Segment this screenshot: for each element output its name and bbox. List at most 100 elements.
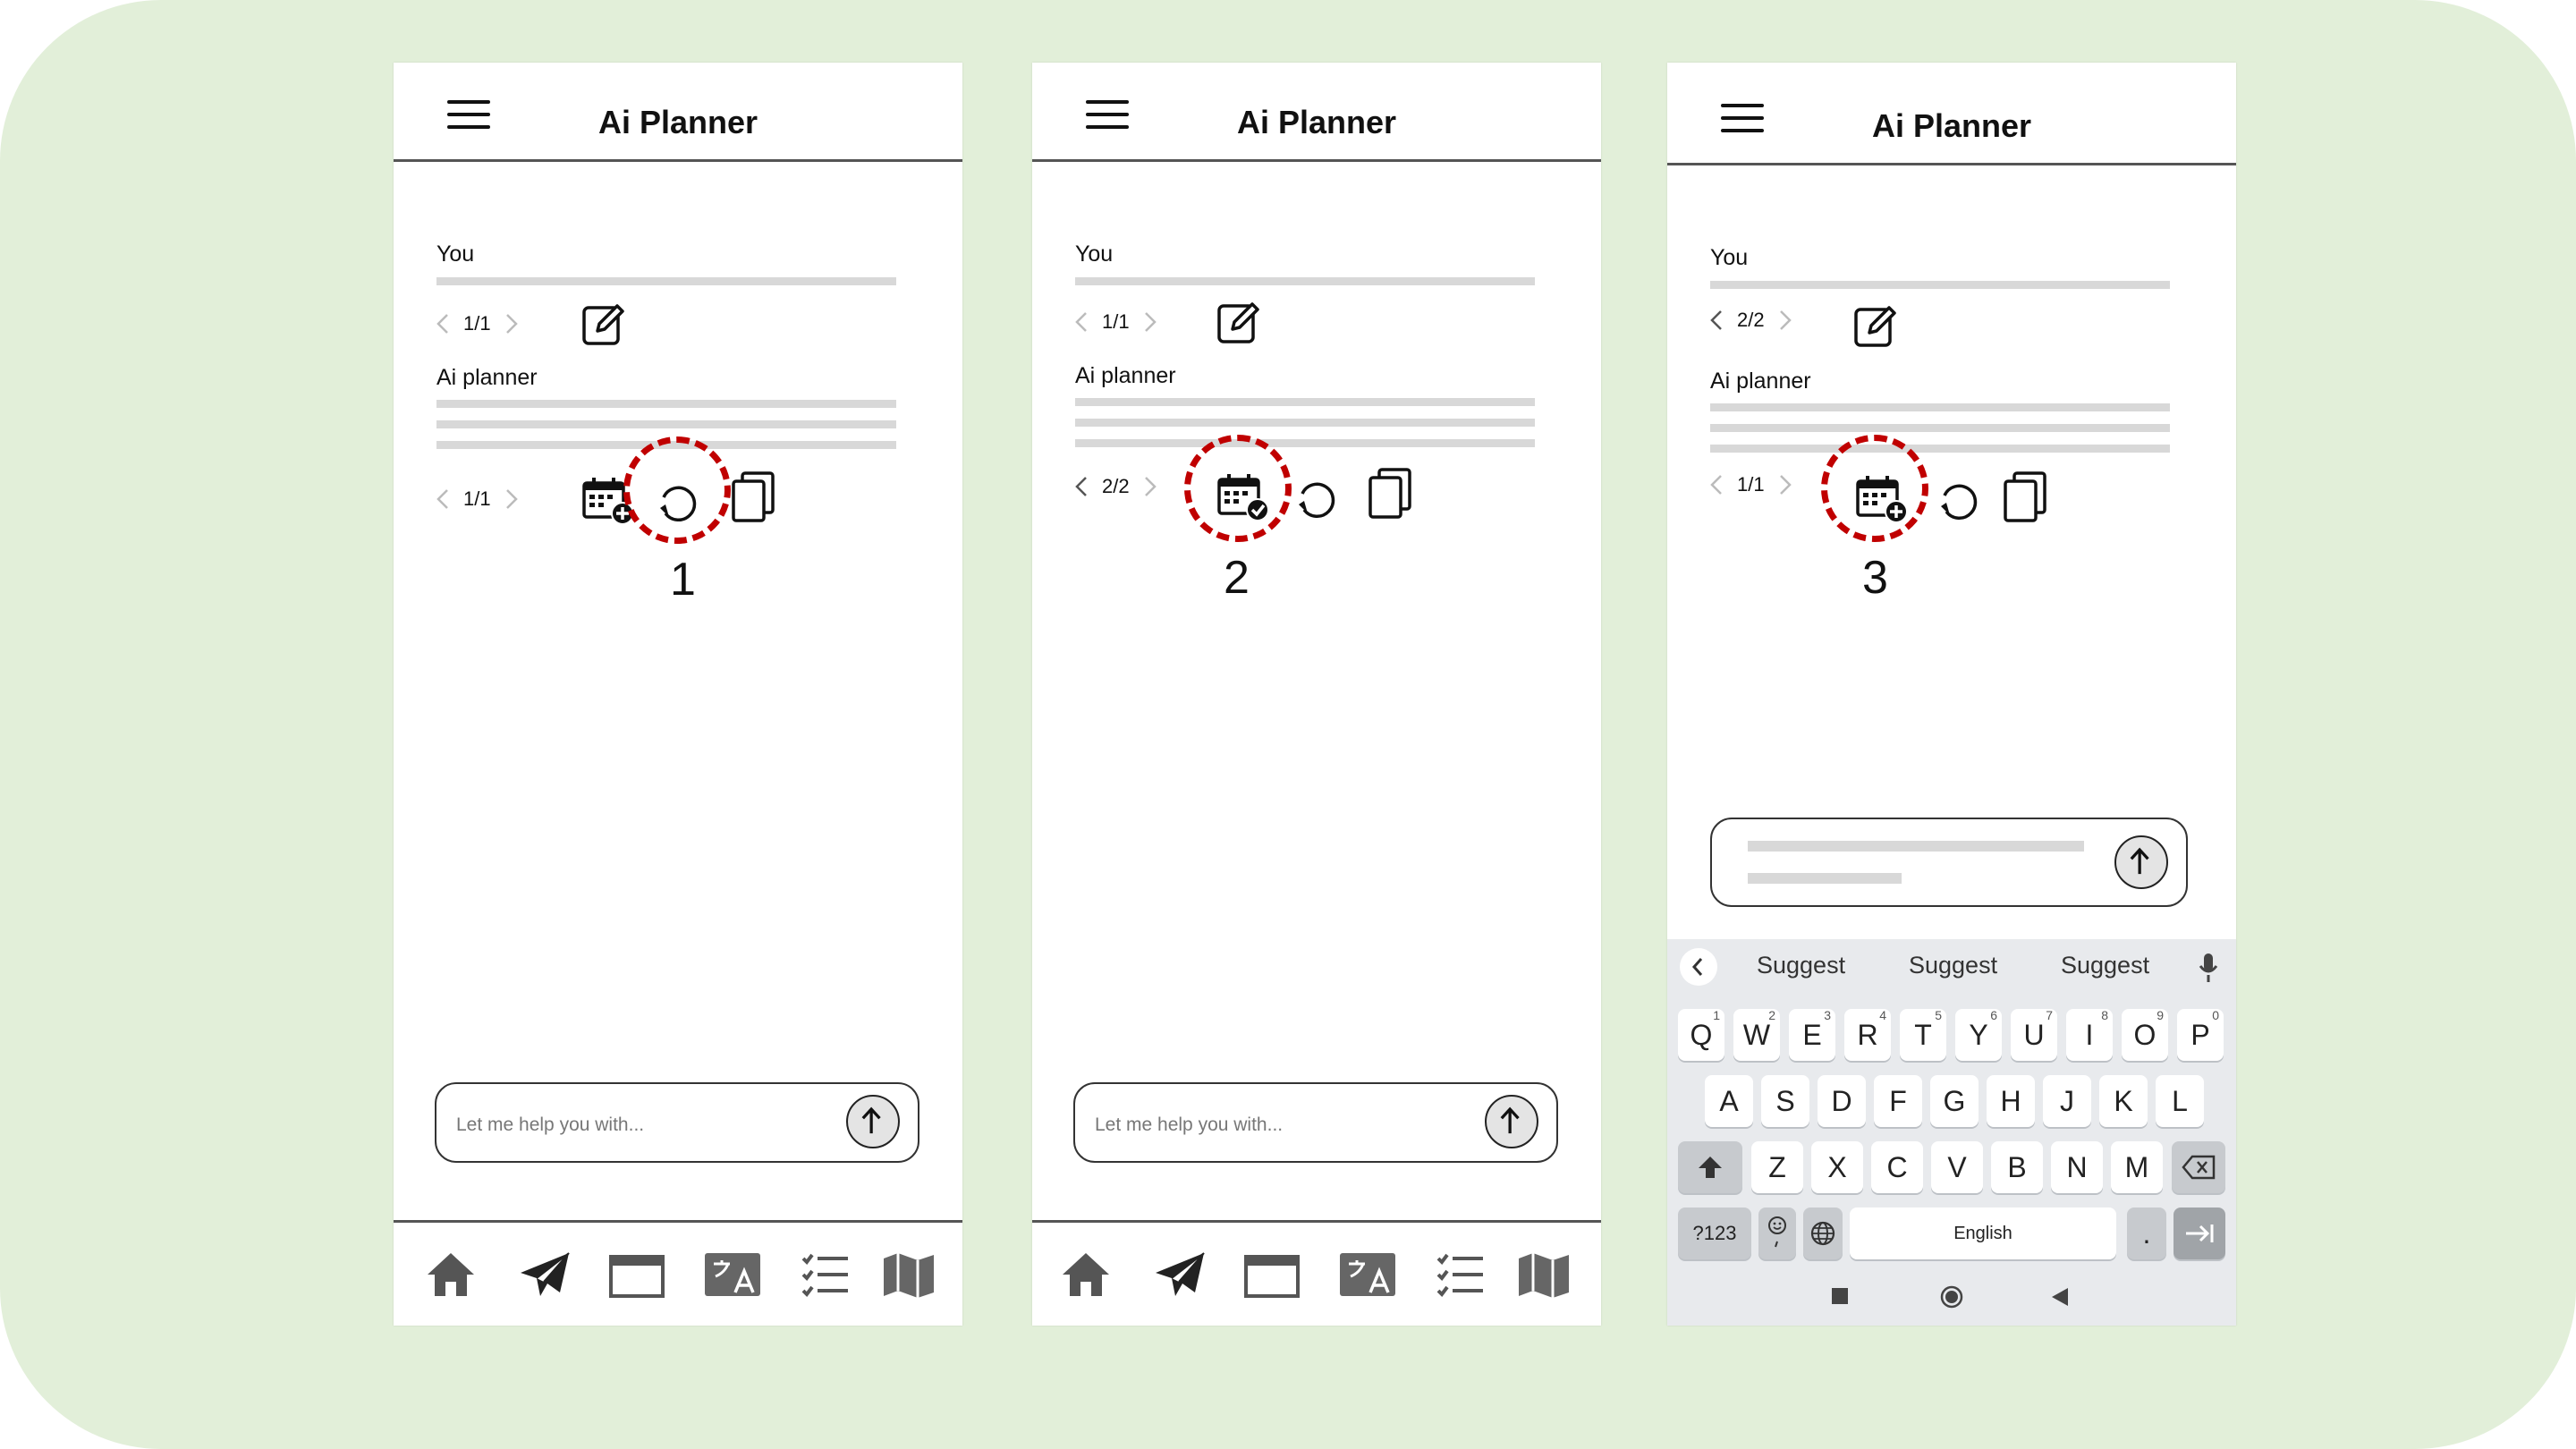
on-screen-keyboard: Suggest Suggest Suggest Q1 W2 E3 R4 T5 Y…: [1667, 939, 2236, 1326]
microphone-icon[interactable]: [2197, 952, 2220, 984]
copy-icon[interactable]: [730, 470, 778, 524]
language-key[interactable]: [1803, 1208, 1843, 1259]
key-j[interactable]: J: [2043, 1075, 2091, 1127]
key-o[interactable]: O9: [2122, 1008, 2168, 1061]
shift-key[interactable]: [1678, 1141, 1742, 1193]
calendar-icon[interactable]: [608, 1250, 667, 1300]
back-button-icon[interactable]: [2050, 1286, 2070, 1308]
key-s[interactable]: S: [1761, 1075, 1809, 1127]
space-key[interactable]: English: [1850, 1208, 2116, 1259]
map-icon[interactable]: [882, 1250, 936, 1300]
key-u[interactable]: U7: [2011, 1008, 2057, 1061]
home-icon[interactable]: [424, 1250, 478, 1300]
user-pager: 1/1: [1073, 304, 1158, 340]
chevron-right-icon[interactable]: [1777, 474, 1793, 496]
key-b[interactable]: B: [1991, 1141, 2043, 1193]
ai-message-line: [1075, 439, 1535, 447]
suggestion-2[interactable]: Suggest: [1909, 952, 1997, 979]
key-x[interactable]: X: [1811, 1141, 1863, 1193]
refresh-icon[interactable]: [1936, 478, 1980, 522]
translate-icon[interactable]: [1338, 1250, 1397, 1300]
user-pager: 2/2: [1708, 302, 1793, 338]
key-a[interactable]: A: [1705, 1075, 1753, 1127]
ai-pager: 1/1: [1708, 467, 1793, 503]
key-d[interactable]: D: [1818, 1075, 1866, 1127]
key-f[interactable]: F: [1874, 1075, 1922, 1127]
key-q[interactable]: Q1: [1678, 1008, 1724, 1061]
key-m[interactable]: M: [2111, 1141, 2163, 1193]
recent-apps-icon[interactable]: [1832, 1288, 1848, 1304]
suggestion-1[interactable]: Suggest: [1757, 952, 1845, 979]
key-h[interactable]: H: [1987, 1075, 2035, 1127]
copy-icon[interactable]: [1367, 467, 1415, 521]
home-button-icon[interactable]: [1939, 1284, 1964, 1309]
edit-icon[interactable]: [1853, 302, 1898, 349]
key-r[interactable]: R4: [1844, 1008, 1891, 1061]
phone-screen-1: Ai Planner You 1/1 Ai planner 1/1 1 Let: [394, 63, 962, 1326]
chevron-left-icon[interactable]: [1708, 474, 1724, 496]
key-v[interactable]: V: [1931, 1141, 1983, 1193]
chevron-left-icon[interactable]: [1073, 476, 1089, 497]
send-arrow-icon[interactable]: [2114, 835, 2168, 889]
chevron-left-icon: [1691, 958, 1703, 976]
key-c[interactable]: C: [1871, 1141, 1923, 1193]
key-g[interactable]: G: [1930, 1075, 1979, 1127]
globe-icon: [1810, 1221, 1835, 1246]
send-arrow-icon[interactable]: [1485, 1095, 1538, 1148]
chevron-right-icon[interactable]: [504, 313, 520, 335]
shift-arrow-icon: [1699, 1157, 1722, 1178]
refresh-icon[interactable]: [1293, 476, 1338, 521]
edit-icon[interactable]: [581, 301, 626, 347]
chevron-left-icon[interactable]: [1708, 309, 1724, 331]
key-n[interactable]: N: [2051, 1141, 2103, 1193]
send-plane-icon[interactable]: [519, 1250, 572, 1300]
ai-message-line: [1710, 424, 2170, 432]
phone-screen-2: Ai Planner You 1/1 Ai planner 2/2 2 Let: [1032, 63, 1601, 1326]
key-l[interactable]: L: [2156, 1075, 2204, 1127]
chevron-right-icon[interactable]: [1142, 476, 1158, 497]
emoji-key[interactable]: [1758, 1208, 1796, 1259]
symbols-key[interactable]: ?123: [1678, 1208, 1751, 1259]
key-i[interactable]: I8: [2066, 1008, 2113, 1061]
page-title: Ai Planner: [597, 104, 758, 140]
send-plane-icon[interactable]: [1154, 1250, 1208, 1300]
copy-icon[interactable]: [2002, 470, 2050, 524]
chevron-right-icon[interactable]: [504, 488, 520, 510]
key-z[interactable]: Z: [1751, 1141, 1803, 1193]
key-k[interactable]: K: [2099, 1075, 2148, 1127]
typed-text-line: [1748, 873, 1902, 884]
period-key[interactable]: .: [2127, 1208, 2166, 1259]
key-y[interactable]: Y6: [1955, 1008, 2002, 1061]
list-icon[interactable]: [1435, 1250, 1485, 1300]
send-arrow-icon[interactable]: [846, 1095, 900, 1148]
chevron-left-icon[interactable]: [1073, 311, 1089, 333]
calendar-icon[interactable]: [1243, 1250, 1302, 1300]
key-p[interactable]: P0: [2177, 1008, 2224, 1061]
chat-input-placeholder: Let me help you with...: [456, 1114, 645, 1135]
chevron-left-icon[interactable]: [435, 313, 451, 335]
key-t[interactable]: T5: [1900, 1008, 1946, 1061]
tab-key[interactable]: [2174, 1208, 2225, 1259]
ai-pager: 2/2: [1073, 469, 1158, 504]
chevron-left-icon[interactable]: [435, 488, 451, 510]
key-e[interactable]: E3: [1789, 1008, 1835, 1061]
key-w[interactable]: W2: [1733, 1008, 1780, 1061]
chat-input[interactable]: Let me help you with...: [435, 1082, 919, 1163]
ai-label: Ai planner: [1075, 363, 1176, 388]
chevron-right-icon[interactable]: [1777, 309, 1793, 331]
page-title: Ai Planner: [1236, 104, 1397, 140]
home-icon[interactable]: [1059, 1250, 1113, 1300]
translate-icon[interactable]: [703, 1250, 762, 1300]
chat-input[interactable]: Let me help you with...: [1073, 1082, 1558, 1163]
suggestion-3[interactable]: Suggest: [2061, 952, 2149, 979]
bottom-navigation: [394, 1220, 962, 1326]
list-icon[interactable]: [800, 1250, 850, 1300]
edit-icon[interactable]: [1216, 299, 1261, 345]
map-icon[interactable]: [1517, 1250, 1571, 1300]
user-pager-count: 1/1: [463, 312, 491, 335]
ai-message-line: [436, 400, 896, 408]
backspace-key[interactable]: [2172, 1141, 2225, 1193]
collapse-suggestions-button[interactable]: [1680, 948, 1717, 986]
chat-input[interactable]: [1710, 818, 2188, 907]
chevron-right-icon[interactable]: [1142, 311, 1158, 333]
